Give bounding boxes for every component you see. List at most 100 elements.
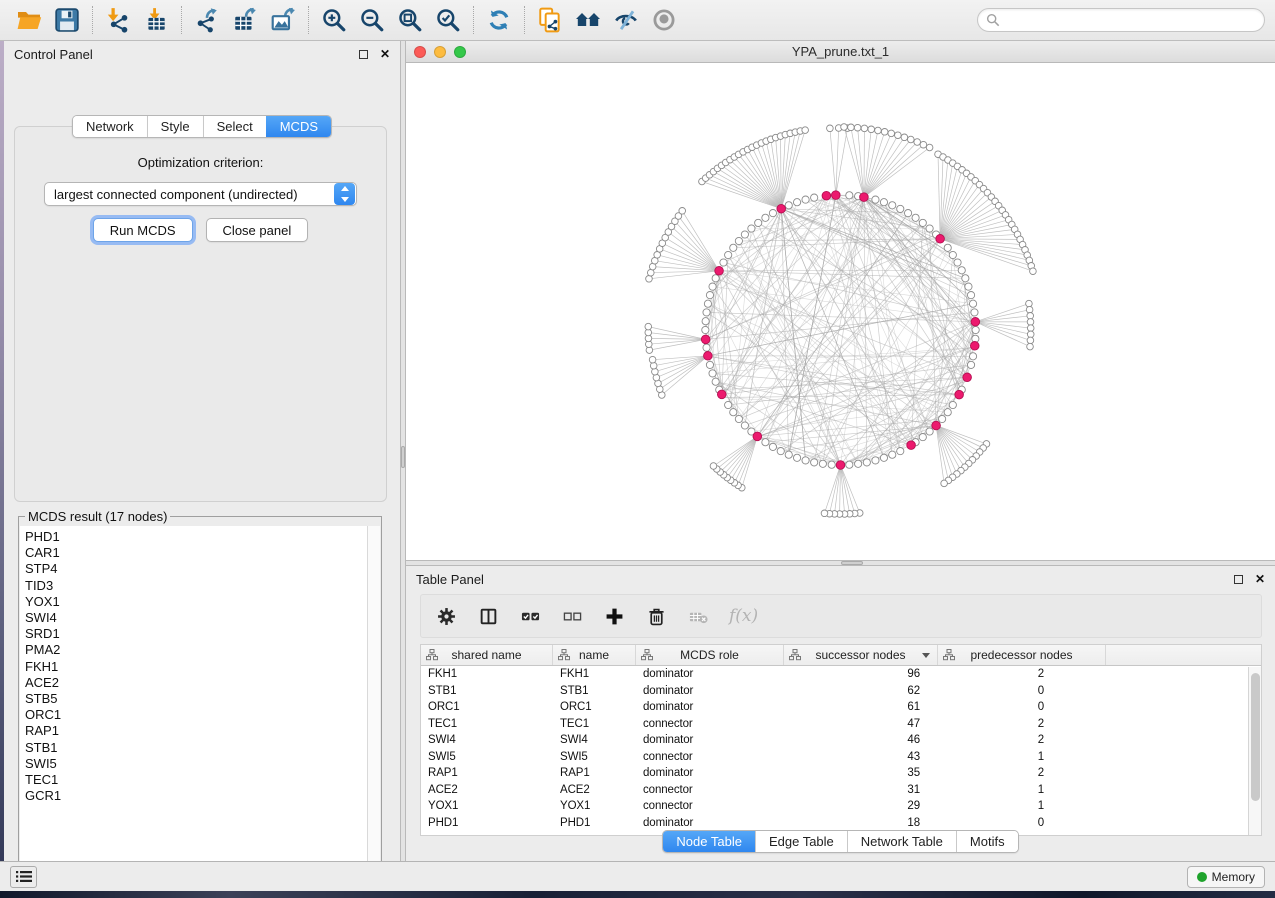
import-table-button[interactable]: [137, 3, 175, 37]
table-cell[interactable]: connector: [636, 749, 784, 766]
table-cell[interactable]: ACE2: [553, 782, 636, 799]
table-cell[interactable]: dominator: [636, 683, 784, 700]
export-network-button[interactable]: [188, 3, 226, 37]
table-cell[interactable]: dominator: [636, 732, 784, 749]
table-scrollbar[interactable]: [1248, 667, 1261, 835]
table-cell[interactable]: RAP1: [421, 765, 553, 782]
zoom-in-button[interactable]: [315, 3, 353, 37]
home-networks-button[interactable]: [569, 3, 607, 37]
import-network-button[interactable]: [99, 3, 137, 37]
splitter-grip[interactable]: [401, 446, 405, 468]
mcds-result-node[interactable]: ORC1: [25, 707, 380, 723]
table-cell[interactable]: PHD1: [553, 815, 636, 832]
delete-table-button[interactable]: [687, 605, 709, 627]
export-table-button[interactable]: [226, 3, 264, 37]
table-cell[interactable]: 47: [784, 716, 938, 733]
table-row[interactable]: PHD1PHD1dominator180: [421, 815, 1261, 832]
mcds-result-node[interactable]: TEC1: [25, 772, 380, 788]
table-cell[interactable]: TEC1: [553, 716, 636, 733]
tab-network[interactable]: Network: [73, 116, 147, 137]
table-row[interactable]: SWI5SWI5connector431: [421, 749, 1261, 766]
table-cell[interactable]: SWI4: [553, 732, 636, 749]
window-minimize-icon[interactable]: [434, 46, 446, 58]
mcds-result-node[interactable]: STP4: [25, 561, 380, 577]
column-header-predecessor-nodes[interactable]: predecessor nodes: [938, 645, 1106, 665]
search-input[interactable]: [1005, 13, 1256, 27]
mcds-result-node[interactable]: PMA2: [25, 642, 380, 658]
mcds-result-node[interactable]: SRD1: [25, 626, 380, 642]
task-history-button[interactable]: [10, 866, 37, 888]
close-panel-icon[interactable]: ✕: [380, 50, 390, 59]
clone-network-button[interactable]: [531, 3, 569, 37]
run-mcds-button[interactable]: Run MCDS: [93, 218, 193, 242]
table-cell[interactable]: ORC1: [553, 699, 636, 716]
zoom-selected-button[interactable]: [429, 3, 467, 37]
save-session-button[interactable]: [48, 3, 86, 37]
mcds-result-node[interactable]: ACE2: [25, 675, 380, 691]
mcds-result-node[interactable]: STB5: [25, 691, 380, 707]
table-cell[interactable]: ORC1: [421, 699, 553, 716]
table-cell[interactable]: connector: [636, 716, 784, 733]
export-image-button[interactable]: [264, 3, 302, 37]
table-row[interactable]: SWI4SWI4dominator462: [421, 732, 1261, 749]
table-cell[interactable]: SWI4: [421, 732, 553, 749]
table-cell[interactable]: 1: [938, 749, 1106, 766]
table-cell[interactable]: 0: [938, 683, 1106, 700]
mcds-result-node[interactable]: YOX1: [25, 594, 380, 610]
table-cell[interactable]: FKH1: [421, 666, 553, 683]
table-row[interactable]: RAP1RAP1dominator352: [421, 765, 1261, 782]
table-cell[interactable]: connector: [636, 798, 784, 815]
mcds-result-node[interactable]: PHD1: [25, 529, 380, 545]
show-graphics-button[interactable]: [645, 3, 683, 37]
tab-select[interactable]: Select: [203, 116, 266, 137]
delete-column-button[interactable]: [645, 605, 667, 627]
table-cell[interactable]: 29: [784, 798, 938, 815]
tab-node-table[interactable]: Node Table: [663, 831, 755, 852]
table-cell[interactable]: 18: [784, 815, 938, 832]
mcds-result-node[interactable]: STB1: [25, 740, 380, 756]
table-cell[interactable]: ACE2: [421, 782, 553, 799]
zoom-fit-button[interactable]: [391, 3, 429, 37]
table-cell[interactable]: 1: [938, 798, 1106, 815]
mcds-result-node[interactable]: FKH1: [25, 659, 380, 675]
tab-mcds[interactable]: MCDS: [266, 116, 331, 137]
table-row[interactable]: TEC1TEC1connector472: [421, 716, 1261, 733]
tab-network-table[interactable]: Network Table: [847, 831, 956, 852]
deselect-all-button[interactable]: [561, 605, 583, 627]
table-cell[interactable]: 61: [784, 699, 938, 716]
table-cell[interactable]: 2: [938, 732, 1106, 749]
mcds-result-node[interactable]: CAR1: [25, 545, 380, 561]
window-zoom-icon[interactable]: [454, 46, 466, 58]
table-cell[interactable]: dominator: [636, 666, 784, 683]
float-panel-icon[interactable]: [359, 50, 368, 59]
tab-style[interactable]: Style: [147, 116, 203, 137]
close-panel-button[interactable]: Close panel: [206, 218, 309, 242]
table-cell[interactable]: 2: [938, 666, 1106, 683]
table-cell[interactable]: SWI5: [553, 749, 636, 766]
table-cell[interactable]: RAP1: [553, 765, 636, 782]
table-cell[interactable]: 0: [938, 815, 1106, 832]
scrollbar-thumb[interactable]: [1251, 673, 1260, 801]
table-cell[interactable]: STB1: [421, 683, 553, 700]
function-builder-button[interactable]: f(x): [729, 606, 758, 626]
mcds-result-node[interactable]: SWI4: [25, 610, 380, 626]
mcds-result-node[interactable]: RAP1: [25, 723, 380, 739]
select-all-button[interactable]: [519, 605, 541, 627]
tab-motifs[interactable]: Motifs: [956, 831, 1018, 852]
add-column-button[interactable]: [603, 605, 625, 627]
table-cell[interactable]: PHD1: [421, 815, 553, 832]
table-cell[interactable]: TEC1: [421, 716, 553, 733]
tab-edge-table[interactable]: Edge Table: [755, 831, 847, 852]
table-cell[interactable]: dominator: [636, 699, 784, 716]
memory-button[interactable]: Memory: [1187, 866, 1265, 888]
table-cell[interactable]: FKH1: [553, 666, 636, 683]
network-canvas[interactable]: [406, 63, 1275, 560]
optimization-criterion-select[interactable]: largest connected component (undirected): [44, 182, 357, 206]
table-cell[interactable]: 31: [784, 782, 938, 799]
column-header-shared-name[interactable]: shared name: [421, 645, 553, 665]
network-graph[interactable]: [406, 63, 1275, 560]
table-row[interactable]: FKH1FKH1dominator962: [421, 666, 1261, 683]
mcds-result-node[interactable]: TID3: [25, 578, 380, 594]
refresh-view-button[interactable]: [480, 3, 518, 37]
column-header-name[interactable]: name: [553, 645, 636, 665]
